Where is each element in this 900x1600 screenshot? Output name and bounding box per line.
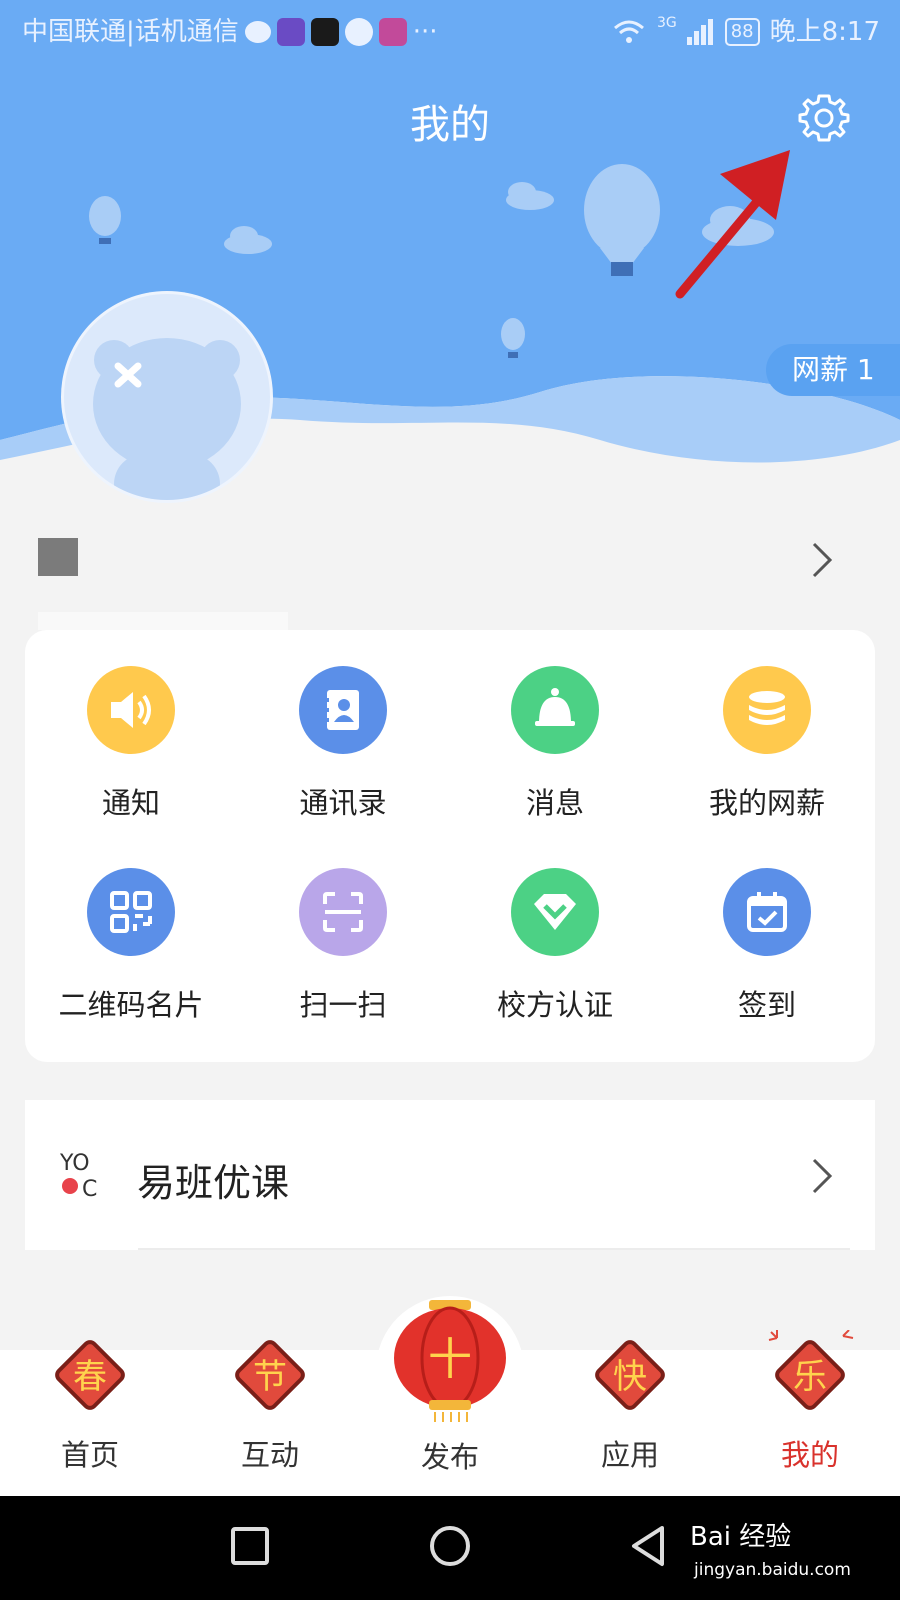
grid-item-contacts[interactable]: 通讯录 [237,666,449,846]
contacts-circle [299,666,387,754]
lantern-icon: 十 [394,1300,506,1422]
yooc-logo-icon: YO C [60,1151,97,1198]
grid-label: 消息 [525,786,584,820]
qrcode-circle [87,868,175,956]
tab-apps[interactable]: 快 应用 [555,1330,705,1474]
tab-badge-char: 十 [428,1334,472,1385]
wifi-icon [613,20,644,43]
status-bar-right: 3G 88 晚上8:17 [611,10,880,54]
calendar-check-icon [747,892,787,932]
tab-interact[interactable]: 节 互动 [195,1330,345,1474]
app-icon-4 [378,18,407,46]
tab-badge-char: 乐 [793,1357,827,1397]
grid-item-check-in[interactable]: 签到 [661,868,873,1048]
scan-circle [299,868,387,956]
grid-label: 扫一扫 [299,988,387,1022]
network-type: 3G [656,15,677,31]
checkin-circle [723,868,811,956]
page-title: 我的 [410,102,490,148]
tab-badge-char: 春 [73,1357,107,1397]
grid-label: 签到 [737,988,796,1022]
speaker-icon [111,692,151,728]
battery-level: 88 [730,21,754,42]
app-icon-3 [344,18,373,46]
grid-item-messages[interactable]: 消息 [449,666,661,846]
tab-mine[interactable]: 乐 我的 [735,1329,885,1474]
status-bar-left: 中国联通|话机通信 ··· [22,10,438,54]
scan-icon [323,892,363,932]
tab-badge-char: 快 [613,1357,647,1397]
messages-circle [511,666,599,754]
recent-apps-icon[interactable] [230,1526,270,1566]
baidu-watermark-url: jingyan.baidu.com [694,1560,851,1580]
carrier-text: 中国联通|话机通信 [22,17,239,47]
spring-badge-icon: 春 [55,1340,125,1410]
app-icon-2 [310,18,339,46]
joy-badge-icon: 乐 [768,1329,854,1410]
verify-icon [534,894,576,930]
grid-label: 通讯录 [299,786,387,820]
notification-circle [87,666,175,754]
profile-subtitle-blurred [38,612,288,630]
grid-item-school-verify[interactable]: 校方认证 [449,868,661,1048]
coins-icon [749,691,785,725]
grid-label: 我的网薪 [708,786,825,820]
course-title: 易班优课 [137,1161,290,1205]
clock-text: 晚上8:17 [769,17,880,47]
verify-circle [511,868,599,956]
svg-text:YO: YO [60,1151,90,1176]
chat-bubble-icon [244,21,271,43]
grid-item-qr-card[interactable]: 二维码名片 [25,868,237,1048]
divider [138,1248,850,1250]
home-icon[interactable] [428,1524,472,1568]
avatar[interactable] [64,294,270,500]
grid-label: 二维码名片 [58,988,204,1022]
bear-avatar-placeholder [93,338,241,500]
tab-label: 发布 [420,1440,479,1474]
chevron-right-icon[interactable] [808,540,836,580]
back-icon[interactable] [628,1524,668,1568]
bell-icon [535,688,575,726]
salary-circle [723,666,811,754]
chevron-right-icon[interactable] [808,1156,836,1196]
settings-gear-icon[interactable] [798,92,850,144]
app-icon-1 [276,18,305,46]
signal-icon [686,19,713,45]
qrcode-icon [110,891,152,933]
tab-home[interactable]: 春 首页 [15,1330,165,1474]
tab-label: 首页 [60,1438,119,1472]
tab-publish[interactable]: 十 发布 [375,1300,525,1476]
salary-badge[interactable]: 网薪 1 [766,344,900,396]
tab-label: 我的 [780,1438,839,1472]
happy-badge-icon: 快 [595,1340,665,1410]
grid-item-notification[interactable]: 通知 [25,666,237,846]
svg-text:C: C [82,1177,97,1198]
grid-item-my-salary[interactable]: 我的网薪 [661,666,873,846]
grid-label: 通知 [101,786,160,820]
grid-label: 校方认证 [496,988,613,1022]
tab-label: 互动 [240,1438,299,1472]
feature-grid-card: 通知 通讯录 消息 我的网薪 二维码名片 扫一扫 校方认证 签到 [25,630,875,1062]
contacts-icon [323,690,359,730]
tab-badge-char: 节 [253,1357,287,1397]
username-placeholder [38,538,78,576]
grid-item-scan[interactable]: 扫一扫 [237,868,449,1048]
tab-label: 应用 [600,1438,659,1472]
baidu-watermark: Bai 经验 [690,1522,792,1552]
festival-badge-icon: 节 [235,1340,305,1410]
battery-icon: 88 [724,18,760,46]
more-notifications-icon: ··· [412,17,438,47]
